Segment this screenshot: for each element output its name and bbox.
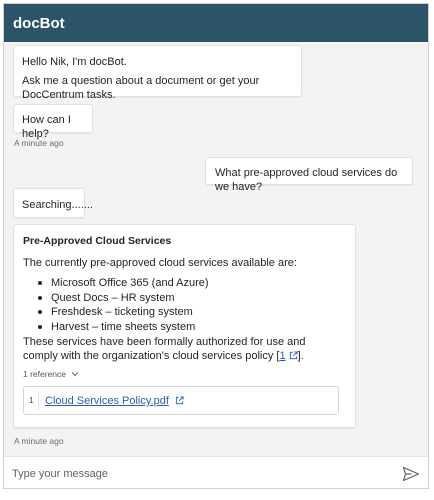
answer-closing-period: .: [300, 350, 304, 362]
list-item: Microsoft Office 365 (and Azure): [23, 276, 347, 291]
help-timestamp: A minute ago: [14, 138, 64, 148]
help-text: How can I help?: [22, 114, 71, 140]
bot-greeting-message: Hello Nik, I'm docBot. Ask me a question…: [13, 45, 302, 101]
message-composer: [4, 456, 428, 488]
reference-number: 1: [29, 396, 34, 405]
external-link-icon[interactable]: [289, 351, 298, 360]
list-item: Freshdesk – ticketing system: [23, 305, 347, 320]
citation-number: 1: [279, 350, 286, 362]
reference-link-wrap: Cloud Services Policy.pdf: [45, 395, 184, 407]
docbot-window: docBot Hello Nik, I'm docBot. Ask me a q…: [3, 3, 429, 489]
citation-link[interactable]: 1: [279, 350, 285, 362]
user-message: What pre-approved cloud services do we h…: [205, 157, 413, 193]
header: docBot: [4, 4, 428, 42]
chat-transcript[interactable]: Hello Nik, I'm docBot. Ask me a question…: [4, 42, 428, 456]
reference-divider: [38, 392, 39, 410]
message-input[interactable]: [12, 466, 392, 482]
bot-answer-message: Pre-Approved Cloud Services The currentl…: [13, 224, 356, 428]
greeting-line-1: Hello Nik, I'm docBot.: [22, 56, 127, 68]
searching-text: Searching.......: [22, 199, 93, 211]
list-item: Harvest – time sheets system: [23, 320, 347, 335]
answer-title: Pre-Approved Cloud Services: [23, 235, 172, 247]
services-list: Microsoft Office 365 (and Azure) Quest D…: [23, 276, 347, 334]
answer-intro: The currently pre-approved cloud service…: [23, 257, 297, 269]
answer-closing-paragraph: These services have been formally author…: [23, 336, 306, 362]
send-icon[interactable]: [402, 466, 420, 482]
chevron-down-icon: [72, 372, 79, 377]
references-label: 1 reference: [23, 369, 66, 379]
external-link-icon[interactable]: [175, 396, 184, 405]
reference-link[interactable]: Cloud Services Policy.pdf: [45, 395, 169, 407]
list-item: Quest Docs – HR system: [23, 291, 347, 306]
references-toggle[interactable]: 1 reference: [23, 369, 79, 379]
answer-timestamp: A minute ago: [14, 436, 64, 446]
bot-searching-message: Searching.......: [13, 188, 93, 218]
bot-help-message: How can I help?: [13, 104, 93, 140]
app-title: docBot: [13, 15, 65, 32]
answer-closing-text: These services have been formally author…: [23, 336, 306, 362]
user-question-text: What pre-approved cloud services do we h…: [215, 167, 398, 193]
reference-card[interactable]: 1 Cloud Services Policy.pdf: [23, 386, 339, 415]
greeting-line-2: Ask me a question about a document or ge…: [22, 75, 260, 101]
